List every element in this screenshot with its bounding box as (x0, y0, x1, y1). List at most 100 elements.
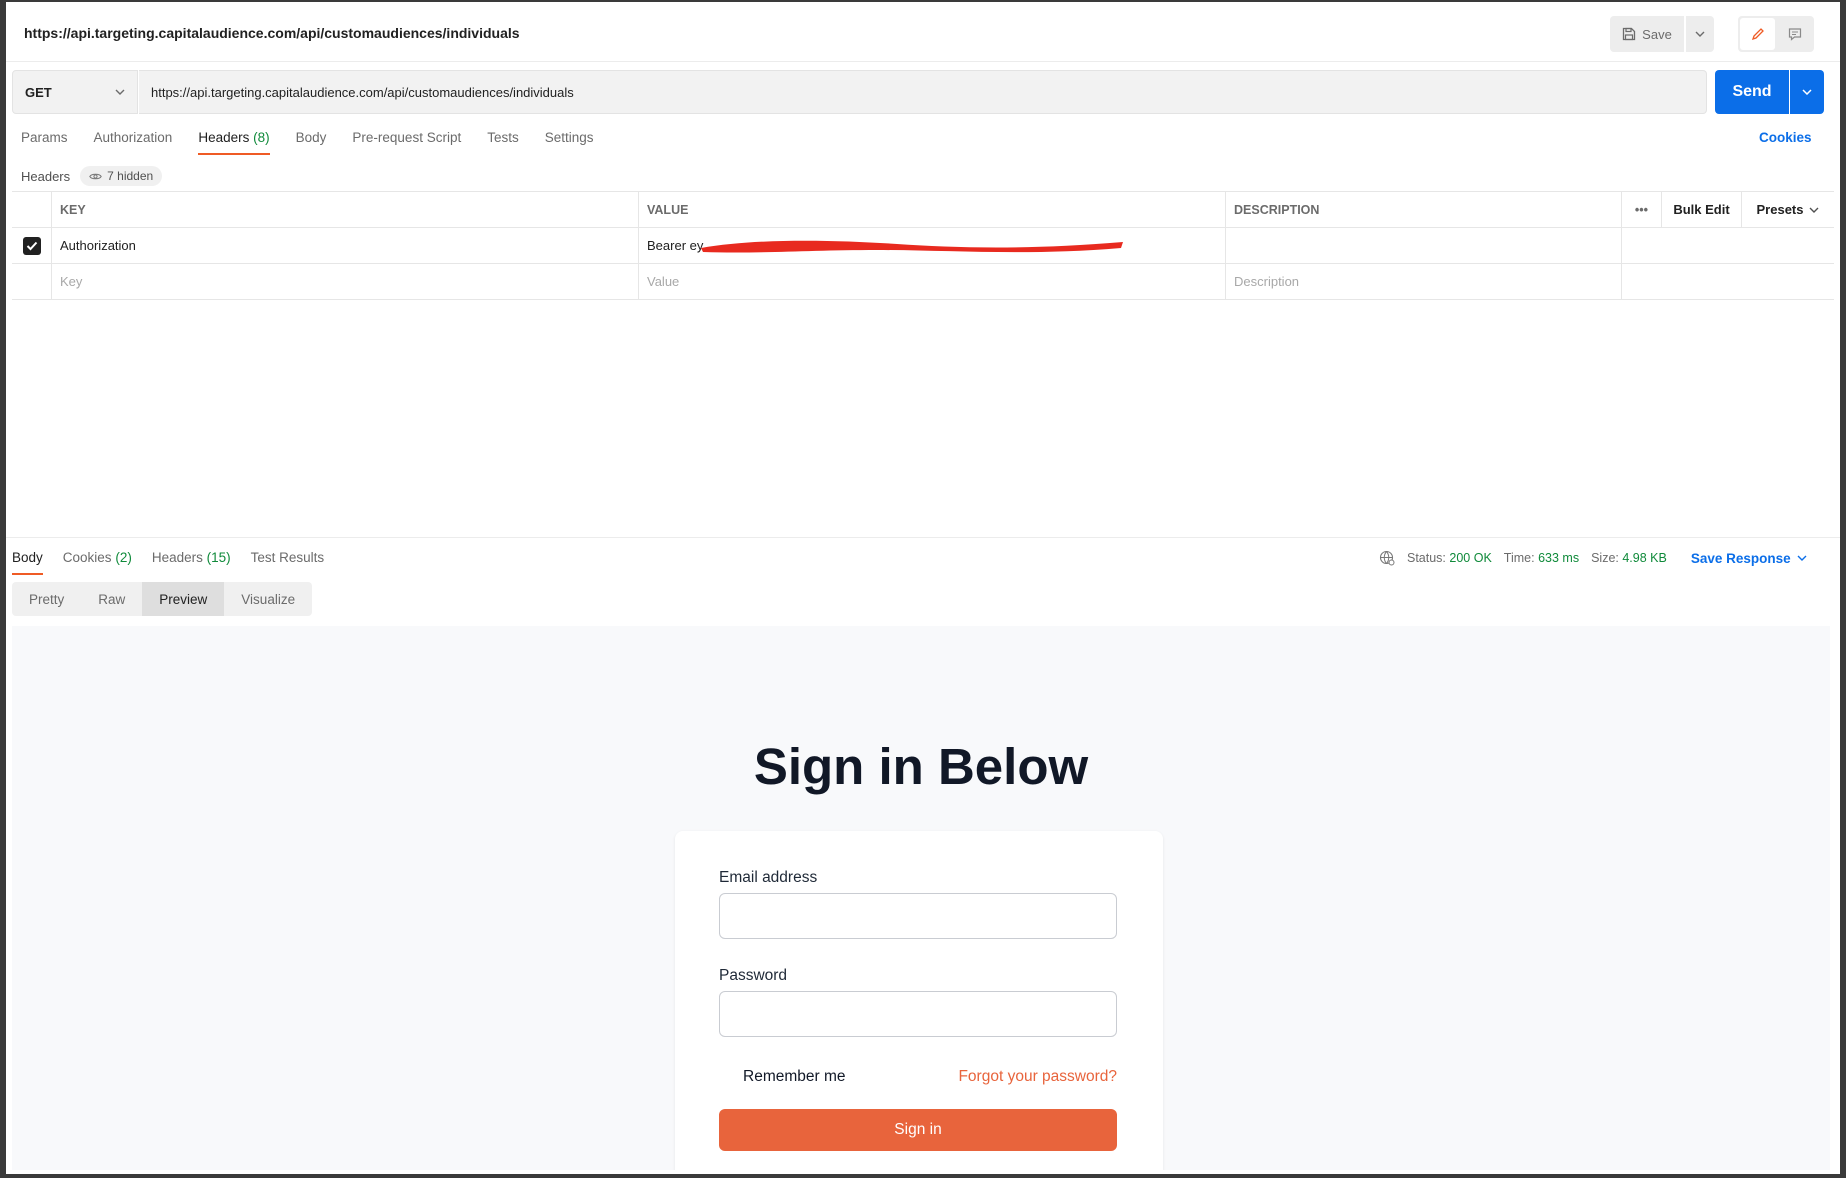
tab-count: (2) (115, 550, 132, 565)
tab-label: Body (295, 130, 327, 145)
headers-label: Headers (21, 168, 71, 184)
status-info: Status: 200 OK (1407, 551, 1492, 565)
new-key-field[interactable]: Key (52, 264, 639, 299)
new-value-field[interactable]: Value (639, 264, 1226, 299)
bulk-edit-button[interactable]: Bulk Edit (1662, 192, 1742, 227)
tab-label: Settings (544, 130, 594, 145)
cookies-link[interactable]: Cookies (1759, 130, 1812, 145)
tab-label: Tests (487, 130, 519, 145)
comment-icon (1788, 28, 1801, 41)
description-column-header: DESCRIPTION (1226, 192, 1622, 227)
tab-pre-request-script[interactable]: Pre-request Script (352, 130, 461, 155)
signin-button[interactable]: Sign in (719, 1109, 1117, 1151)
view-preview[interactable]: Preview (142, 582, 225, 616)
remember-me-checkbox[interactable]: Remember me (719, 1068, 846, 1086)
empty-checkbox-cell (12, 264, 52, 299)
send-group: Send (1715, 70, 1824, 114)
response-preview: Sign in Below Email address Password Rem… (12, 626, 1830, 1170)
tab-label: Authorization (93, 130, 173, 145)
tab-authorization[interactable]: Authorization (94, 130, 173, 155)
globe-icon[interactable] (1379, 550, 1395, 566)
size-value: 4.98 KB (1622, 551, 1667, 565)
email-field[interactable] (719, 893, 1117, 939)
response-tabs: Body Cookies (2) Headers (15) Test Resul… (12, 550, 324, 575)
request-title[interactable]: https://api.targeting.capitalaudience.co… (24, 25, 520, 41)
presets-button[interactable]: Presets (1742, 192, 1834, 227)
view-visualize[interactable]: Visualize (224, 582, 312, 616)
url-input[interactable]: https://api.targeting.capitalaudience.co… (139, 70, 1707, 114)
tab-body[interactable]: Body (296, 130, 327, 155)
forgot-password-link[interactable]: Forgot your password? (958, 1068, 1117, 1086)
view-raw[interactable]: Raw (81, 582, 142, 616)
tab-count: (8) (253, 130, 270, 145)
checkbox-column-header (12, 192, 52, 227)
tab-label: Params (21, 130, 68, 145)
time-value: 633 ms (1538, 551, 1580, 565)
save-label: Save (1642, 26, 1672, 42)
tab-label: Body (12, 550, 43, 565)
response-tab-cookies[interactable]: Cookies (2) (63, 550, 132, 575)
table-header-row: KEY VALUE DESCRIPTION ••• Bulk Edit Pres… (12, 192, 1834, 228)
redaction-scribble (701, 240, 1123, 253)
size-label: Size: (1591, 551, 1619, 565)
edit-mode-button[interactable] (1740, 18, 1775, 50)
headers-table: KEY VALUE DESCRIPTION ••• Bulk Edit Pres… (12, 191, 1834, 300)
more-options-button[interactable]: ••• (1622, 192, 1662, 227)
eye-icon (89, 173, 102, 179)
new-description-field[interactable]: Description (1226, 264, 1622, 299)
tab-label: Cookies (62, 550, 112, 565)
save-button[interactable]: Save (1610, 16, 1684, 52)
pencil-icon (1751, 28, 1764, 41)
tab-headers[interactable]: Headers (8) (198, 130, 270, 155)
method-select[interactable]: GET (12, 70, 138, 114)
header-value-text: Bearer ey (647, 238, 704, 253)
response-status-bar: Status: 200 OK Time: 633 ms Size: 4.98 K… (1379, 550, 1807, 566)
response-divider[interactable] (6, 537, 1840, 538)
view-pretty[interactable]: Pretty (12, 582, 81, 616)
remember-me-label: Remember me (743, 1068, 846, 1085)
tab-tests[interactable]: Tests (487, 130, 519, 155)
view-mode-toggle (1738, 16, 1814, 52)
signin-card: Email address Password Remember me Forgo… (675, 831, 1163, 1170)
method-value: GET (25, 84, 52, 100)
response-view-selector: Pretty Raw Preview Visualize (12, 582, 313, 616)
send-options-button[interactable] (1790, 70, 1824, 114)
save-options-button[interactable] (1686, 16, 1714, 52)
response-tab-test-results[interactable]: Test Results (251, 550, 325, 575)
chevron-down-icon (1797, 555, 1807, 561)
tab-params[interactable]: Params (21, 130, 68, 155)
tab-label: Headers (198, 130, 250, 145)
password-field[interactable] (719, 991, 1117, 1037)
row-filler (1622, 264, 1834, 299)
header-value-field[interactable]: Bearer ey (639, 228, 1226, 263)
chevron-down-icon (115, 89, 125, 95)
row-filler (1622, 228, 1834, 263)
password-label: Password (719, 967, 788, 984)
email-label: Email address (719, 869, 818, 886)
request-titlebar: https://api.targeting.capitalaudience.co… (6, 2, 1840, 62)
hidden-headers-toggle[interactable]: 7 hidden (80, 166, 163, 186)
time-info: Time: 633 ms (1504, 551, 1579, 565)
header-description-field[interactable] (1226, 228, 1622, 263)
comments-button[interactable] (1777, 18, 1812, 50)
preview-heading: Sign in Below (753, 738, 1089, 795)
request-tabs: Params Authorization Headers (8) Body Pr… (21, 130, 594, 155)
value-column-header: VALUE (639, 192, 1226, 227)
remember-row: Remember me Forgot your password? (719, 1068, 1117, 1086)
save-response-label: Save Response (1690, 550, 1791, 566)
header-key-field[interactable]: Authorization (52, 228, 639, 263)
save-group: Save (1610, 16, 1714, 52)
status-label: Status: (1407, 551, 1446, 565)
response-tab-headers[interactable]: Headers (15) (152, 550, 231, 575)
tab-settings[interactable]: Settings (545, 130, 594, 155)
row-enabled-checkbox[interactable] (12, 228, 52, 263)
response-tab-body[interactable]: Body (12, 550, 43, 575)
status-value: 200 OK (1449, 551, 1492, 565)
send-button[interactable]: Send (1715, 70, 1789, 114)
app-window: https://api.targeting.capitalaudience.co… (6, 2, 1840, 1174)
save-icon (1623, 27, 1636, 41)
time-label: Time: (1503, 551, 1535, 565)
save-response-button[interactable]: Save Response (1691, 551, 1807, 566)
chevron-down-icon (1809, 207, 1819, 213)
table-row: Authorization Bearer ey (12, 228, 1834, 264)
